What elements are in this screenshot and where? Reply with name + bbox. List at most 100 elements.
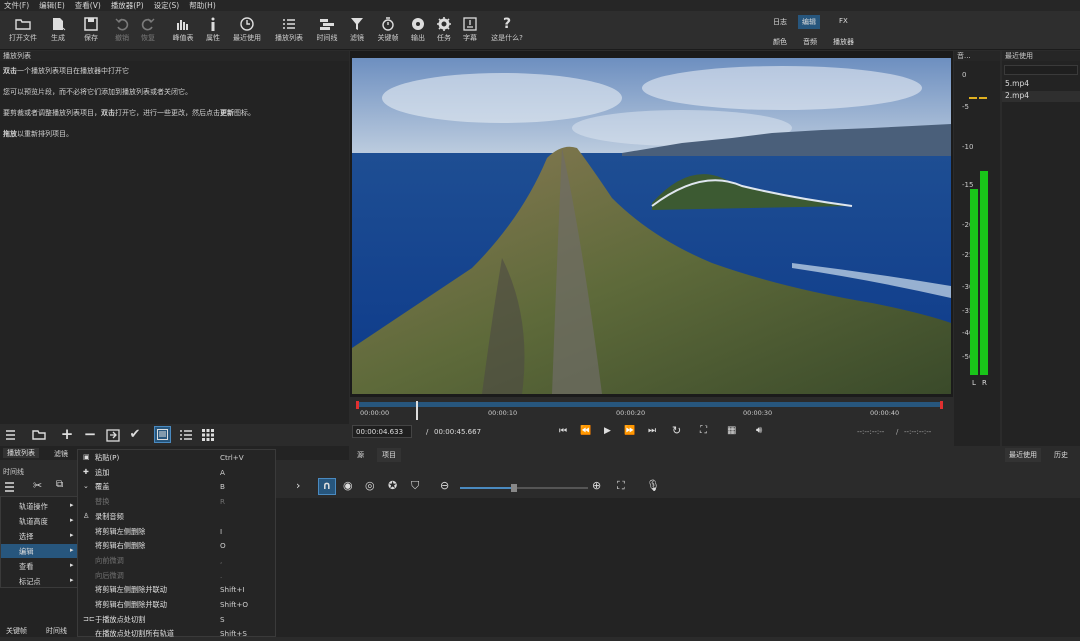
recent-search-input[interactable] [1004,65,1078,75]
context-menu-item[interactable]: ▣ 粘贴(P) Ctrl+V [78,450,277,465]
submenu-item[interactable]: 标记点 ▸ [1,574,77,588]
recent-item[interactable]: 5.mp4 [1005,79,1029,88]
playlist-icons-view-icon[interactable] [201,428,215,442]
tab-history[interactable]: 历史 [1054,450,1068,460]
context-menu-item[interactable]: 将剪辑左侧删除并联动 Shift+I [78,582,277,597]
paste-icon: ▣ [83,453,90,461]
menu-file[interactable]: 文件(F) [4,0,29,11]
video-frame[interactable] [352,58,951,394]
submenu-item[interactable]: 轨道高度 ▸ [1,514,77,528]
context-menu-shortcut: Shift+O [220,600,249,609]
submenu-item[interactable]: 编辑 ▸ [1,544,77,558]
playlist-open-icon[interactable] [32,428,46,442]
meter-scale-tick: 0 [962,71,967,79]
recent-button[interactable]: 最近使用 [229,15,265,43]
context-menu-item[interactable]: ⌄ 覆盖 B [78,479,277,494]
timeline-menu-icon[interactable] [5,482,17,494]
context-menu-item[interactable]: ✚ 追加 A [78,465,277,480]
tab-recent[interactable]: 最近使用 [1005,448,1041,462]
skip-to-start-icon[interactable]: ⏮ [559,426,567,436]
submenu-item[interactable]: 轨道操作 ▸ [1,499,77,513]
ripple-all-icon[interactable]: ✪ [388,479,397,492]
context-menu-item[interactable]: 将剪辑左侧删除 I [78,524,277,539]
playlist-toolbar: + − ✔ [0,424,349,445]
menu-view[interactable]: 查看(V) [75,0,101,11]
context-menu-item[interactable]: ⊐⊏ 于播放点处切割 S [78,612,277,627]
layout-editing[interactable]: 编辑 [798,15,820,29]
playlist-detail-view-icon[interactable] [154,426,171,443]
submenu-item[interactable]: 查看 ▸ [1,559,77,573]
tab-playlist[interactable]: 播放列表 [3,448,39,458]
play-icon[interactable]: ▶ [604,426,611,436]
zoom-slider[interactable] [460,484,588,492]
playlist-menu-icon[interactable] [5,428,19,442]
tab-timeline[interactable]: 时间线 [46,626,67,636]
playlist-add-icon[interactable]: + [60,425,74,443]
grid-icon[interactable]: ▦ [727,425,736,436]
tab-source[interactable]: 源 [357,450,364,460]
scrub-bar[interactable]: 00:00:00 00:00:10 00:00:20 00:00:30 00:0… [352,400,946,420]
menu-player[interactable]: 播放器(P) [111,0,144,11]
zoom-icon[interactable]: ⛶ [700,425,707,436]
ripple-markers-icon[interactable]: ⛉ [411,479,419,493]
zoom-in-icon[interactable]: ⊕ [592,479,601,492]
playhead[interactable] [416,401,419,420]
ruler-tick-0: 00:00:00 [360,409,390,417]
loop-icon[interactable]: ↻ [672,424,681,437]
submenu-item-label: 编辑 [19,547,34,556]
rewind-icon[interactable]: ⏪ [580,426,591,436]
layout-player[interactable]: 播放器 [833,37,854,47]
fast-forward-icon[interactable]: ⏩ [624,426,635,436]
ruler-tick-2: 00:00:20 [616,409,646,417]
menu-edit[interactable]: 编辑(E) [39,0,65,11]
tab-project[interactable]: 项目 [377,448,401,462]
context-menu-shortcut: Ctrl+V [220,453,244,462]
scrub-eye-icon[interactable]: ◉ [343,479,353,492]
record-audio-icon[interactable]: 🎙︎ [646,479,660,492]
context-menu-shortcut: O [220,541,226,551]
skip-to-end-icon[interactable]: ⏭ [648,426,656,436]
meter-label-left: L [972,379,976,387]
snap-magnet-icon[interactable]: ∩ [318,478,336,495]
nav-next-icon[interactable]: › [296,479,300,492]
playlist-update-icon[interactable] [106,428,120,442]
copy-icon[interactable]: ⧉ [56,479,63,490]
layout-audio[interactable]: 音频 [803,37,817,47]
in-marker[interactable] [356,401,359,409]
context-menu-label: 将剪辑左侧删除 [95,526,146,536]
properties-button[interactable]: 属性 [195,15,231,43]
context-menu-label: 向前微调 [95,555,124,565]
recent-item[interactable]: 2.mp4 [1002,91,1080,102]
meter-bar-left [970,189,978,375]
context-menu-item[interactable]: 将剪辑右侧删除 O [78,538,277,553]
playlist-tiles-view-icon[interactable] [179,428,193,442]
zoom-fit-icon[interactable]: ⛶ [617,479,625,493]
zoom-out-icon[interactable]: ⊖ [440,479,449,492]
menu-help[interactable]: 帮助(H) [189,0,216,11]
layout-color[interactable]: 颜色 [773,37,787,47]
cut-icon[interactable]: ✂ [33,479,42,492]
menu-settings[interactable]: 设定(S) [154,0,180,11]
context-menu-item[interactable]: 在播放点处切割所有轨道 Shift+S [78,626,277,641]
playlist-remove-icon[interactable]: − [83,425,97,443]
info-icon [211,17,215,31]
layout-fx[interactable]: FX [839,17,848,25]
context-menu-item[interactable]: ♙ 录制音频 [78,509,277,524]
redo-button[interactable]: 恢复 [130,15,166,43]
tab-filters[interactable]: 滤镜 [54,449,68,459]
layout-logging[interactable]: 日志 [773,17,787,27]
playlist-button[interactable]: 播放列表 [271,15,307,43]
tab-keyframes[interactable]: 关键帧 [6,626,27,636]
playlist-check-icon[interactable]: ✔ [128,427,142,442]
submenu-item[interactable]: 选择 ▸ [1,529,77,543]
zoom-slider-handle[interactable] [510,484,517,492]
volume-icon[interactable]: 🔊︎ [756,425,762,436]
generate-button[interactable]: 生成 [40,15,76,43]
out-marker[interactable] [940,401,943,409]
context-menu-item[interactable]: 将剪辑右侧删除并联动 Shift+O [78,597,277,612]
ripple-icon[interactable]: ◎ [365,479,375,492]
whats-this-button[interactable]: ? 这是什么? [489,15,525,43]
current-timecode[interactable]: 00:00:04.633 [352,425,412,438]
open-file-button[interactable]: 打开文件 [5,15,41,43]
subtitles-button[interactable]: 字幕 [452,15,488,43]
